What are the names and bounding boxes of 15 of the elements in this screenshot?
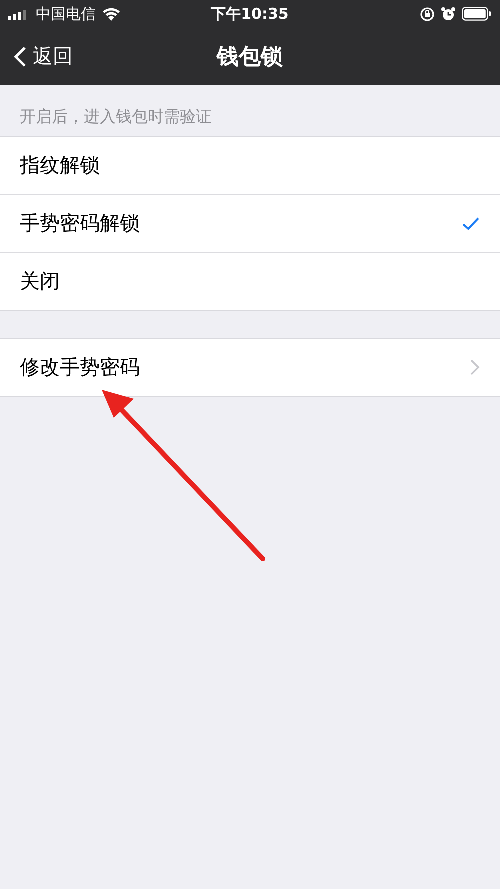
battery-icon	[462, 7, 492, 21]
alarm-icon	[441, 6, 456, 22]
back-button[interactable]: 返回	[0, 43, 87, 70]
wifi-icon	[102, 7, 121, 21]
status-time: 下午10:35	[211, 4, 289, 24]
chevron-right-icon	[470, 359, 480, 376]
page-title: 钱包锁	[217, 44, 283, 72]
option-row[interactable]: 指纹解锁	[0, 137, 500, 194]
section-header: 开启后，进入钱包时需验证	[19, 106, 213, 128]
option-row[interactable]: 手势密码解锁	[0, 194, 500, 252]
carrier-name: 中国电信	[36, 4, 96, 24]
option-row[interactable]: 关闭	[0, 252, 500, 310]
chevron-left-icon	[14, 46, 27, 68]
rotation-lock-icon	[420, 6, 435, 22]
action-row[interactable]: 修改手势密码	[0, 339, 500, 396]
